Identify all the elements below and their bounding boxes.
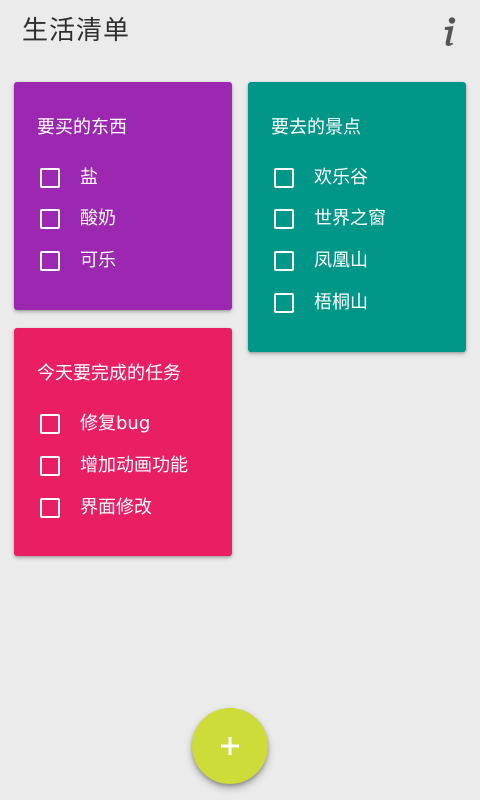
add-note-button[interactable] <box>192 708 268 784</box>
checkbox[interactable] <box>274 168 294 188</box>
plus-icon <box>221 737 239 755</box>
info-icon[interactable] <box>436 14 462 48</box>
list-item[interactable]: 凤凰山 <box>274 249 368 273</box>
checkbox[interactable] <box>274 293 294 313</box>
card-title: 要买的东西 <box>37 117 127 138</box>
list-item[interactable]: 梧桐山 <box>274 291 368 315</box>
note-card-tasks[interactable]: 今天要完成的任务 修复bug 增加动画功能 界面修改 <box>14 328 232 556</box>
note-card-places[interactable]: 要去的景点 欢乐谷 世界之窗 凤凰山 梧桐山 <box>248 82 466 352</box>
list-item[interactable]: 盐 <box>40 166 98 190</box>
item-label: 界面修改 <box>80 497 152 518</box>
list-item[interactable]: 欢乐谷 <box>274 166 368 190</box>
item-label: 盐 <box>80 167 98 188</box>
checkbox[interactable] <box>40 498 60 518</box>
checkbox[interactable] <box>40 414 60 434</box>
app-title: 生活清单 <box>22 16 131 46</box>
checkbox[interactable] <box>40 456 60 476</box>
checkbox[interactable] <box>40 168 60 188</box>
list-item[interactable]: 增加动画功能 <box>40 454 188 478</box>
note-card-shopping[interactable]: 要买的东西 盐 酸奶 可乐 <box>14 82 232 310</box>
item-label: 欢乐谷 <box>314 167 368 188</box>
checkbox[interactable] <box>274 251 294 271</box>
checkbox[interactable] <box>274 209 294 229</box>
item-label: 世界之窗 <box>314 208 386 229</box>
item-label: 酸奶 <box>80 208 116 229</box>
item-label: 可乐 <box>80 250 116 271</box>
card-title: 要去的景点 <box>271 117 361 138</box>
item-label: 梧桐山 <box>314 292 368 313</box>
app-bar: 生活清单 <box>0 0 480 66</box>
item-label: 凤凰山 <box>314 250 368 271</box>
list-item[interactable]: 修复bug <box>40 412 150 436</box>
card-title: 今天要完成的任务 <box>37 363 181 384</box>
checkbox[interactable] <box>40 251 60 271</box>
item-label: 修复bug <box>80 413 151 434</box>
list-item[interactable]: 界面修改 <box>40 496 152 520</box>
list-item[interactable]: 可乐 <box>40 249 116 273</box>
list-item[interactable]: 酸奶 <box>40 207 116 231</box>
list-item[interactable]: 世界之窗 <box>274 207 386 231</box>
item-label: 增加动画功能 <box>80 455 188 476</box>
checkbox[interactable] <box>40 209 60 229</box>
